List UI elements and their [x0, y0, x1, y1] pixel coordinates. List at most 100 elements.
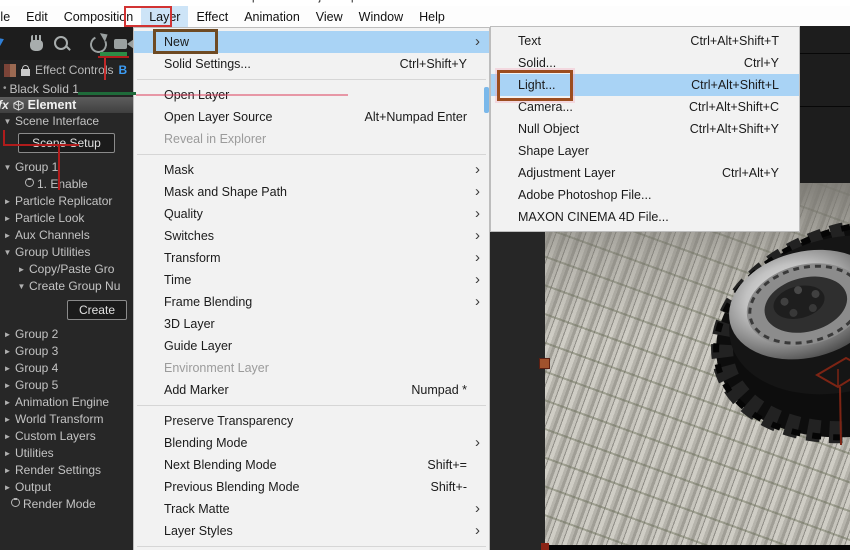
menu-bar-item[interactable]: Effect — [188, 6, 236, 27]
menu-item[interactable]: Environment Layer — [134, 357, 489, 379]
effect-property-row[interactable]: Custom Layers — [0, 428, 133, 445]
tool-icon[interactable] — [25, 32, 48, 56]
fx-badge-icon: fx — [0, 98, 9, 112]
menu-item[interactable]: Guide Layer — [134, 335, 489, 357]
menu-bar-item-label: Window — [358, 9, 404, 24]
menu-item[interactable] — [137, 405, 486, 406]
menu-item[interactable]: Add Marker Numpad * — [134, 379, 489, 401]
effect-name: Element — [27, 98, 77, 112]
effect-property-row[interactable]: Group 5 — [0, 377, 133, 394]
effect-property-row[interactable]: Create Group Nu — [0, 278, 133, 295]
effect-property-row[interactable]: Copy/Paste Gro — [0, 261, 133, 278]
lock-icon[interactable] — [21, 64, 30, 76]
menu-bar-item[interactable]: Composition — [56, 6, 141, 27]
row-glyph-icon — [0, 210, 15, 227]
row-glyph-icon — [0, 193, 15, 210]
effect-property-row[interactable]: Scene Interface — [0, 113, 133, 130]
tool-icon[interactable] — [0, 32, 23, 56]
effect-controls-tab[interactable]: Effect Controls B — [0, 60, 133, 80]
menu-item[interactable] — [137, 79, 486, 80]
menu-bar-item[interactable]: Help — [411, 6, 453, 27]
menu-item[interactable]: Transform — [134, 247, 489, 269]
menu-item[interactable]: New — [134, 31, 489, 53]
menu-item[interactable]: Time — [134, 269, 489, 291]
menu-item[interactable]: 3D Layer — [134, 313, 489, 335]
menu-item[interactable]: Next Blending Mode Shift+= — [134, 454, 489, 476]
effect-property-row[interactable]: Aux Channels — [0, 227, 133, 244]
menu-bar-item[interactable]: File — [0, 6, 18, 27]
effect-property-row[interactable]: Group 4 — [0, 360, 133, 377]
submenu-item[interactable]: Null Object Ctrl+Alt+Shift+Y — [491, 118, 799, 140]
submenu-item[interactable]: Solid... Ctrl+Y — [491, 52, 799, 74]
menu-item[interactable]: Layer Styles — [134, 520, 489, 542]
effect-property-row[interactable]: Group 3 — [0, 343, 133, 360]
row-label: Copy/Paste Gro — [29, 262, 115, 276]
effect-controls-tab-label: Effect Controls — [35, 63, 114, 77]
menu-bar-item[interactable]: Layer — [141, 6, 189, 27]
menu-item[interactable]: Solid Settings... Ctrl+Shift+Y — [134, 53, 489, 75]
menu-item-label: Frame Blending — [164, 295, 253, 309]
menu-item-shortcut: Shift+- — [430, 480, 467, 494]
effect-property-row[interactable]: Particle Replicator — [0, 193, 133, 210]
row-label: Output — [15, 480, 52, 494]
composition-viewport[interactable] — [545, 183, 850, 545]
menu-item[interactable]: Preserve Transparency — [134, 410, 489, 432]
submenu-item[interactable]: Light... Ctrl+Alt+Shift+L — [491, 74, 799, 96]
menu-item[interactable]: Open Layer Source Alt+Numpad Enter — [134, 106, 489, 128]
menu-item[interactable]: Previous Blending Mode Shift+- — [134, 476, 489, 498]
tool-icon[interactable] — [112, 32, 133, 56]
menu-item[interactable]: Blending Mode — [134, 432, 489, 454]
row-label: Particle Replicator — [15, 194, 113, 208]
menu-item-label: Reveal in Explorer — [164, 132, 267, 146]
effect-property-row[interactable]: Scene Setup — [0, 133, 133, 153]
3d-axis-gizmo[interactable] — [545, 183, 850, 545]
menu-bar-item-label: Edit — [26, 9, 48, 24]
row-glyph-icon — [0, 343, 15, 360]
effect-property-row[interactable]: Create — [0, 300, 127, 320]
submenu-item[interactable]: Shape Layer — [491, 140, 799, 162]
effect-property-row[interactable]: Group 2 — [0, 326, 133, 343]
tool-icon[interactable] — [50, 32, 73, 56]
menu-bar-item[interactable]: Window — [351, 6, 411, 27]
row-label: Scene Interface — [15, 114, 100, 128]
effect-property-row[interactable]: Group Utilities — [0, 244, 133, 261]
menu-item[interactable]: Switches — [134, 225, 489, 247]
effect-header-element[interactable]: fx Element — [0, 97, 133, 113]
menu-item[interactable]: Reveal in Explorer — [134, 128, 489, 150]
submenu-item[interactable]: MAXON CINEMA 4D File... — [491, 206, 799, 228]
effect-property-row[interactable]: Particle Look — [0, 210, 133, 227]
menu-item-label: Switches — [164, 229, 215, 243]
menu-item-label: New — [164, 35, 190, 49]
effect-property-row[interactable]: 1. Enable — [0, 176, 133, 193]
menu-item[interactable]: Mask and Shape Path — [134, 181, 489, 203]
effect-property-row[interactable]: Group 1 — [0, 159, 133, 176]
effect-property-row[interactable]: Render Mode — [0, 496, 133, 513]
submenu-item[interactable]: Camera... Ctrl+Alt+Shift+C — [491, 96, 799, 118]
menu-item[interactable]: Mask — [134, 159, 489, 181]
effect-property-row[interactable]: Animation Engine — [0, 394, 133, 411]
submenu-item[interactable]: Adobe Photoshop File... — [491, 184, 799, 206]
effect-property-row[interactable]: Utilities — [0, 445, 133, 462]
effect-property-row[interactable]: World Transform — [0, 411, 133, 428]
panel-divider — [800, 53, 850, 54]
submenu-item[interactable]: Adjustment Layer Ctrl+Alt+Y — [491, 162, 799, 184]
submenu-item-label: Text — [518, 34, 541, 48]
menu-item[interactable]: Frame Blending — [134, 291, 489, 313]
menu-bar-item[interactable]: View — [308, 6, 351, 27]
target-layer-row[interactable]: • Black Solid 1 — [0, 80, 133, 97]
menu-item[interactable]: Open Layer — [134, 84, 489, 106]
menu-item[interactable] — [137, 546, 486, 547]
effect-property-row[interactable]: Output — [0, 479, 133, 496]
tool-icon[interactable] — [87, 32, 110, 56]
menu-bar-item[interactable]: Edit — [18, 6, 56, 27]
submenu-item[interactable]: Text Ctrl+Alt+Shift+T — [491, 30, 799, 52]
menu-item[interactable]: Quality — [134, 203, 489, 225]
menu-item[interactable] — [137, 154, 486, 155]
bullet-icon: • — [3, 83, 7, 94]
tab-label-fragment: B — [118, 63, 128, 77]
menu-item-label: Track Matte — [164, 502, 230, 516]
menu-bar-item[interactable]: Animation — [236, 6, 308, 27]
menu-item[interactable]: Track Matte — [134, 498, 489, 520]
effect-property-row[interactable]: Render Settings — [0, 462, 133, 479]
target-layer-name: Black Solid 1 — [9, 81, 79, 96]
